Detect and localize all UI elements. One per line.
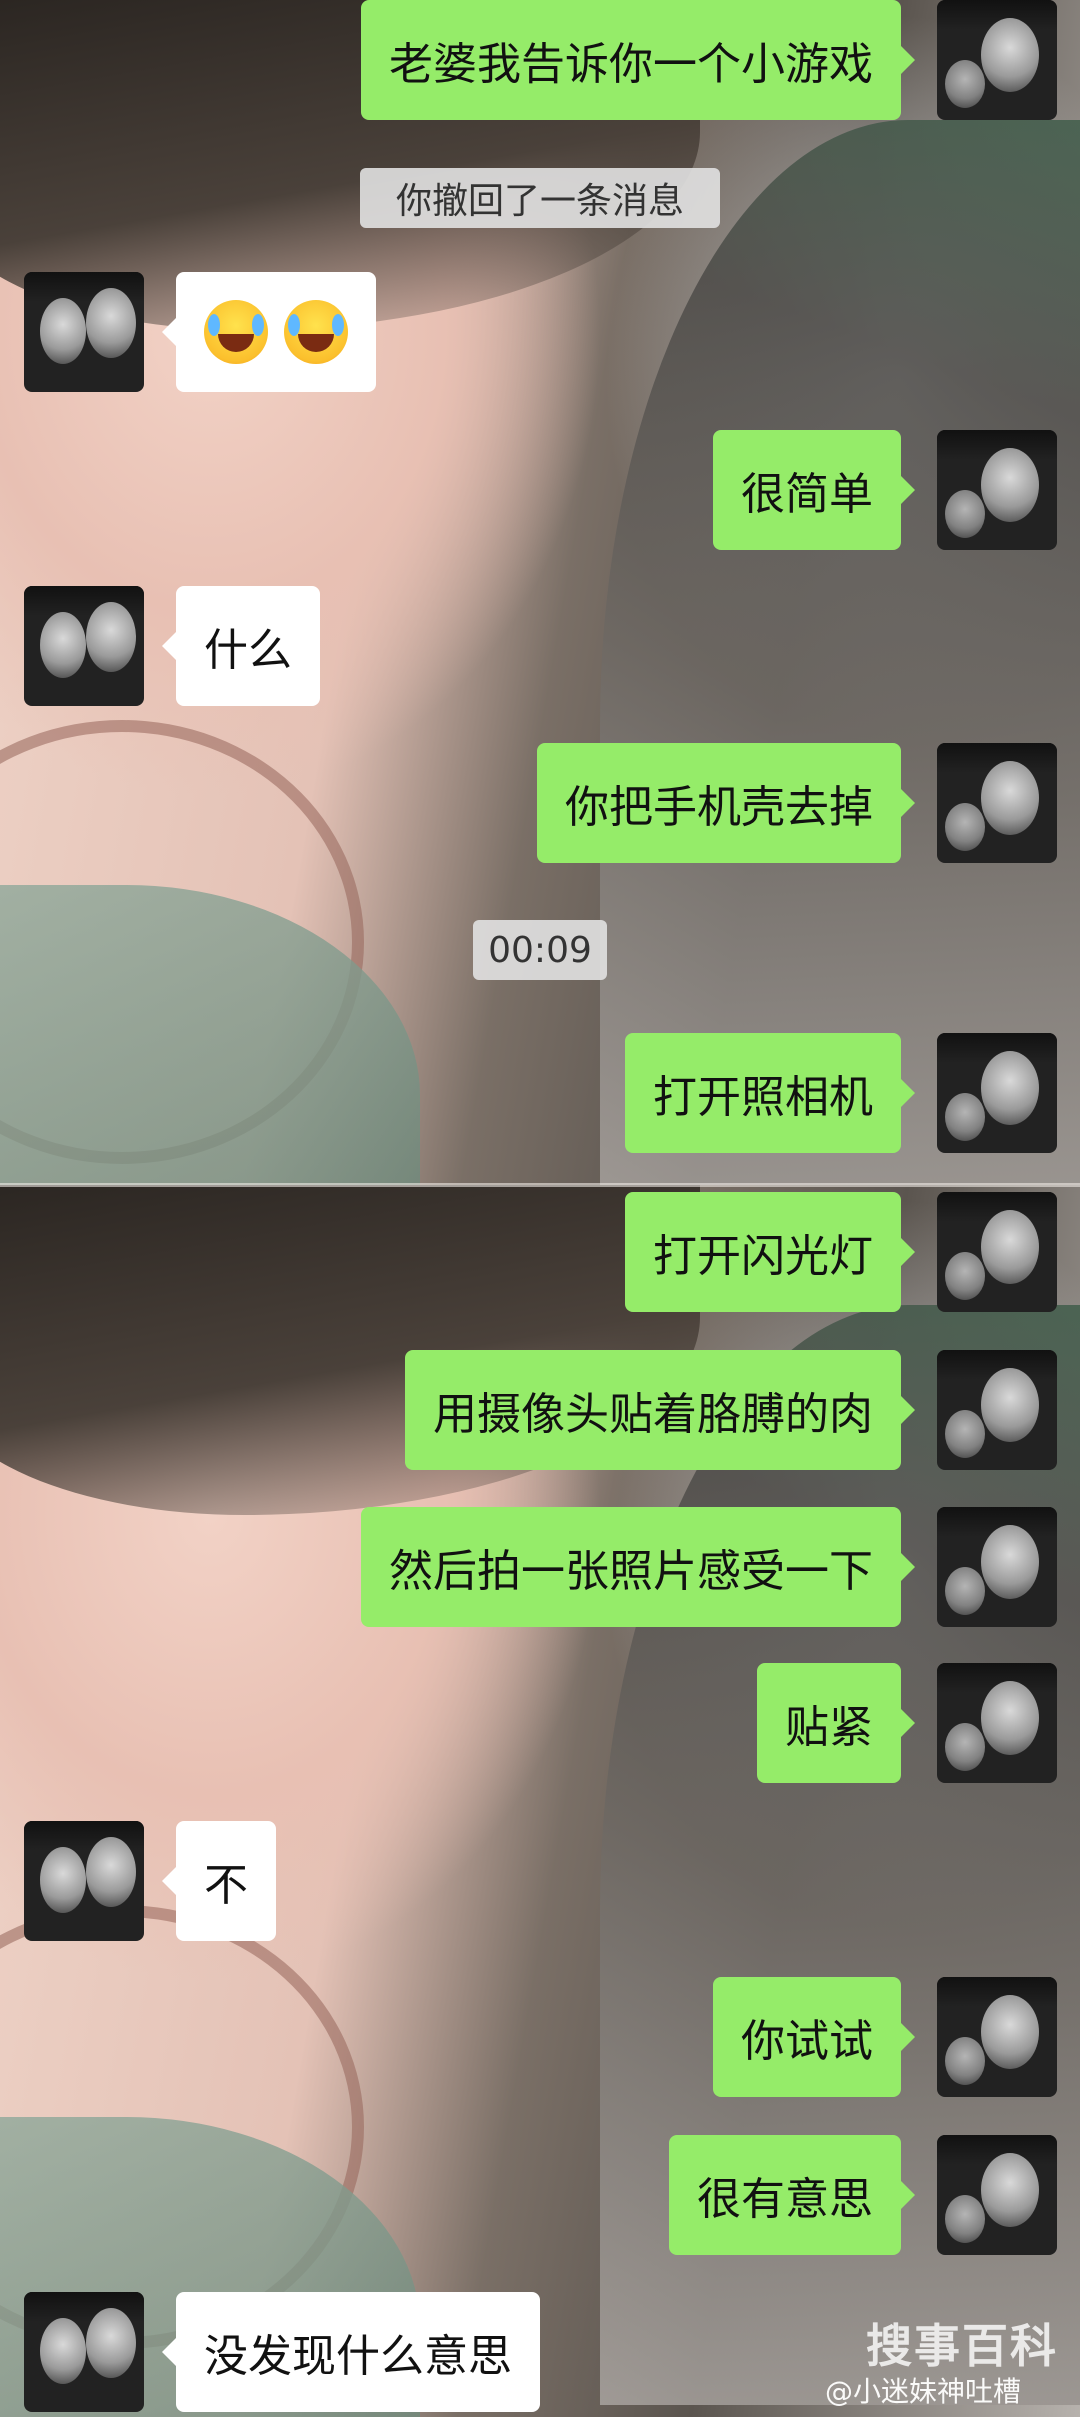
voice-duration-label: 00:09 xyxy=(473,920,607,980)
avatar-self[interactable] xyxy=(937,430,1057,550)
message-text: 然后拍一张照片感受一下 xyxy=(389,1546,873,1597)
message-text: 你把手机壳去掉 xyxy=(565,782,873,833)
recall-notice: 你撤回了一条消息 xyxy=(360,168,720,228)
message-text: 不 xyxy=(204,1860,248,1911)
avatar-contact[interactable] xyxy=(24,586,144,706)
avatar-self[interactable] xyxy=(937,1033,1057,1153)
message-bubble-incoming[interactable] xyxy=(162,272,376,392)
message-bubble-incoming[interactable]: 不 xyxy=(162,1821,276,1941)
avatar-self[interactable] xyxy=(937,1192,1057,1312)
message-bubble-incoming[interactable]: 什么 xyxy=(162,586,320,706)
avatar-contact[interactable] xyxy=(24,2292,144,2412)
message-bubble-outgoing[interactable]: 用摄像头贴着胳膊的肉 xyxy=(405,1350,915,1470)
avatar-self[interactable] xyxy=(937,1977,1057,2097)
watermark-credit: @小迷妹神吐槽 xyxy=(825,2375,1022,2408)
avatar-self[interactable] xyxy=(937,1350,1057,1470)
watermark-logo: 搜事百科 xyxy=(866,2319,1058,2373)
message-bubble-incoming[interactable]: 没发现什么意思 xyxy=(162,2292,540,2412)
message-text: 用摄像头贴着胳膊的肉 xyxy=(433,1389,873,1440)
message-text: 老婆我告诉你一个小游戏 xyxy=(389,39,873,90)
avatar-self[interactable] xyxy=(937,1507,1057,1627)
avatar-contact[interactable] xyxy=(24,272,144,392)
avatar-self[interactable] xyxy=(937,2135,1057,2255)
message-bubble-outgoing[interactable]: 你试试 xyxy=(713,1977,915,2097)
message-bubble-outgoing[interactable]: 老婆我告诉你一个小游戏 xyxy=(361,0,915,120)
message-bubble-outgoing[interactable]: 打开照相机 xyxy=(625,1033,915,1153)
screenshot-divider xyxy=(0,1183,1080,1187)
message-text: 很简单 xyxy=(741,469,873,520)
message-bubble-outgoing[interactable]: 然后拍一张照片感受一下 xyxy=(361,1507,915,1627)
message-text: 贴紧 xyxy=(785,1702,873,1753)
message-bubble-outgoing[interactable]: 你把手机壳去掉 xyxy=(537,743,915,863)
message-text: 你试试 xyxy=(741,2016,873,2067)
joy-tears-emoji-icon xyxy=(204,300,268,364)
message-bubble-outgoing[interactable]: 很有意思 xyxy=(669,2135,915,2255)
message-bubble-outgoing[interactable]: 很简单 xyxy=(713,430,915,550)
message-text: 什么 xyxy=(204,625,292,676)
message-text: 没发现什么意思 xyxy=(204,2331,512,2382)
message-text: 很有意思 xyxy=(697,2174,873,2225)
joy-tears-emoji-icon xyxy=(284,300,348,364)
message-text: 打开照相机 xyxy=(653,1072,873,1123)
message-bubble-outgoing[interactable]: 贴紧 xyxy=(757,1663,915,1783)
message-text: 打开闪光灯 xyxy=(653,1231,873,1282)
message-bubble-outgoing[interactable]: 打开闪光灯 xyxy=(625,1192,915,1312)
avatar-self[interactable] xyxy=(937,743,1057,863)
avatar-self[interactable] xyxy=(937,1663,1057,1783)
avatar-contact[interactable] xyxy=(24,1821,144,1941)
avatar-self[interactable] xyxy=(937,0,1057,120)
